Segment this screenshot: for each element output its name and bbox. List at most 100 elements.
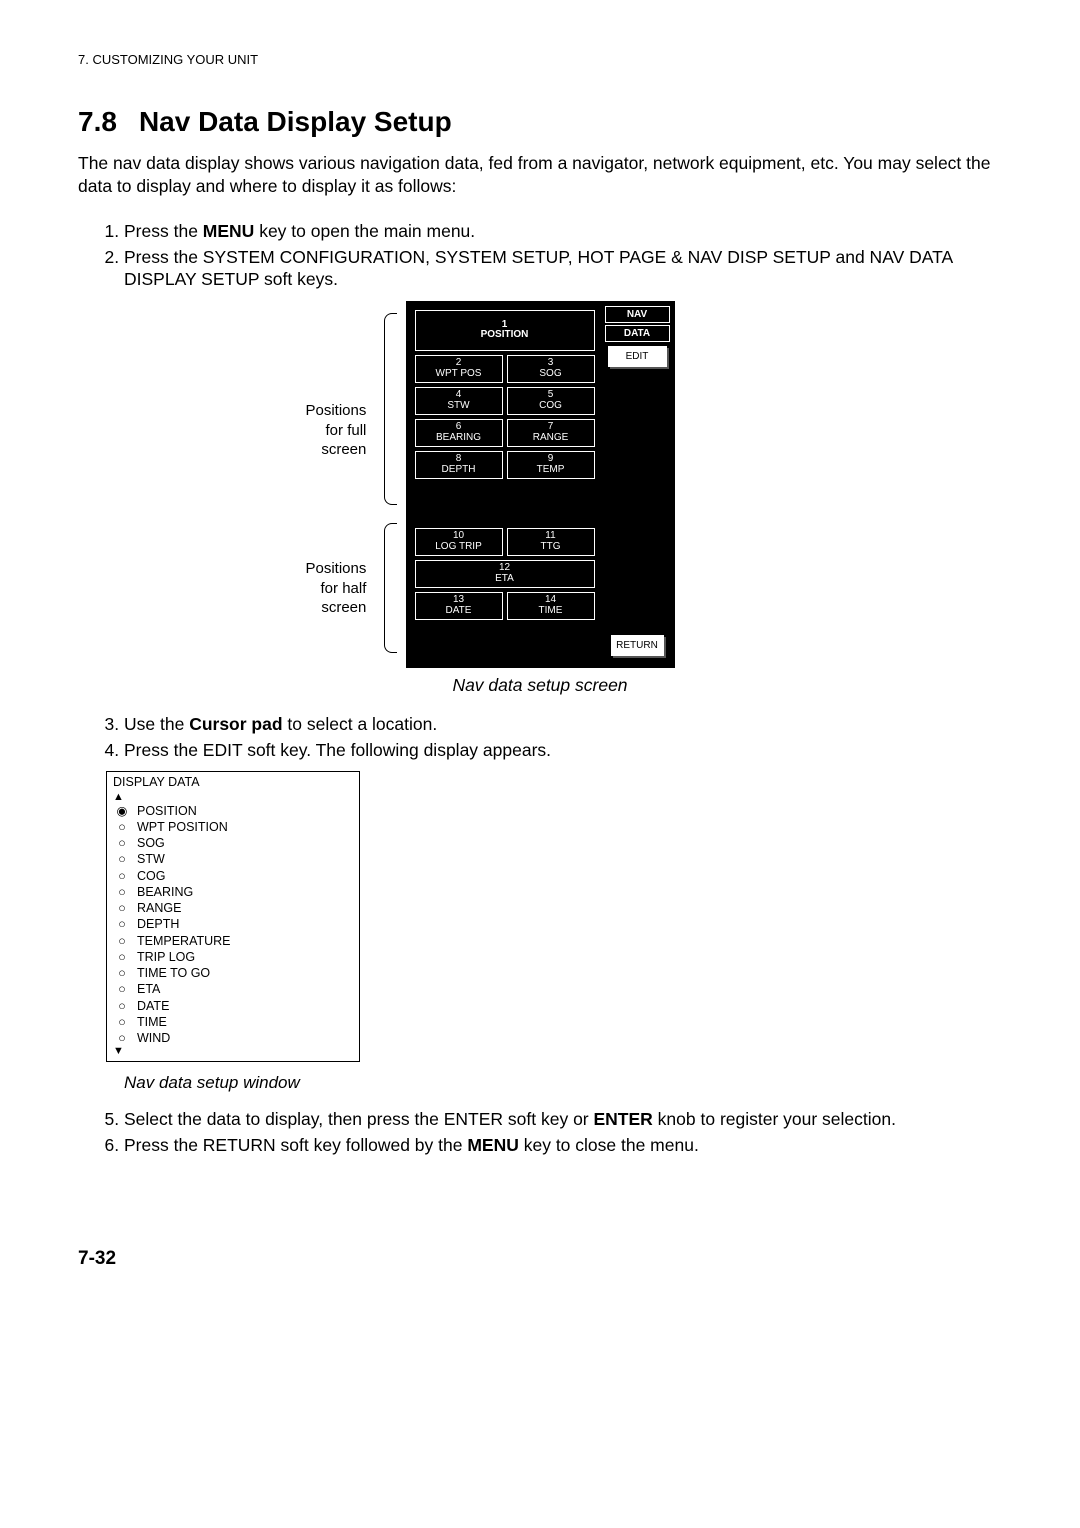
cell-13[interactable]: 13DATE: [415, 592, 503, 620]
softkey-nav[interactable]: NAV: [605, 306, 670, 323]
step-3-bold: Cursor pad: [189, 714, 282, 734]
list-item-label: DATE: [131, 998, 231, 1014]
label-half-3: screen: [321, 599, 366, 616]
cell-10[interactable]: 10LOG TRIP: [415, 528, 503, 556]
cell-6-label: BEARING: [416, 433, 502, 444]
radio-unselected-icon: ○: [113, 900, 131, 916]
cell-2-label: WPT POS: [416, 369, 502, 380]
cell-5[interactable]: 5COG: [507, 387, 595, 415]
label-half-2: for half: [321, 580, 367, 597]
cell-2[interactable]: 2WPT POS: [415, 355, 503, 383]
cell-2-num: 2: [416, 358, 502, 369]
softkey-edit[interactable]: EDIT: [608, 346, 667, 367]
step-1: Press the MENU key to open the main menu…: [124, 220, 1002, 243]
section-heading: 7.8Nav Data Display Setup: [78, 104, 1002, 140]
cell-1[interactable]: 1POSITION: [415, 310, 595, 351]
scroll-down-icon[interactable]: ▼: [113, 1046, 353, 1057]
steps-list-upper: Press the MENU key to open the main menu…: [78, 220, 1002, 291]
radio-unselected-icon: ○: [113, 998, 131, 1014]
display-data-box: DISPLAY DATA ▲ ◉POSITION○WPT POSITION○SO…: [106, 771, 360, 1062]
label-full-2: for full: [326, 422, 367, 439]
figure-1-caption: Nav data setup screen: [78, 674, 1002, 697]
cell-5-num: 5: [508, 390, 594, 401]
cell-7-label: RANGE: [508, 433, 594, 444]
cell-11[interactable]: 11TTG: [507, 528, 595, 556]
group-gap: [415, 483, 595, 528]
cell-13-label: DATE: [416, 606, 502, 617]
cell-5-label: COG: [508, 401, 594, 412]
cell-3[interactable]: 3SOG: [507, 355, 595, 383]
section-title: Nav Data Display Setup: [139, 106, 452, 137]
list-item[interactable]: ○BEARING: [113, 884, 231, 900]
step-6-text-c: key to close the menu.: [519, 1135, 699, 1155]
cell-1-label: POSITION: [416, 330, 594, 341]
radio-unselected-icon: ○: [113, 981, 131, 997]
list-item[interactable]: ○COG: [113, 868, 231, 884]
page-header: 7. CUSTOMIZING YOUR UNIT: [78, 52, 1002, 69]
list-item-label: WPT POSITION: [131, 819, 231, 835]
display-data-title: DISPLAY DATA: [113, 774, 353, 790]
list-item[interactable]: ○STW: [113, 851, 231, 867]
cell-14[interactable]: 14TIME: [507, 592, 595, 620]
radio-selected-icon: ◉: [113, 803, 131, 819]
list-item[interactable]: ○TIME: [113, 1014, 231, 1030]
cell-10-label: LOG TRIP: [416, 542, 502, 553]
step-1-text-a: Press the: [124, 221, 203, 241]
label-full-3: screen: [321, 441, 366, 458]
step-1-text-c: key to open the main menu.: [254, 221, 475, 241]
list-item-label: TRIP LOG: [131, 949, 231, 965]
page-number: 7-32: [78, 1247, 1002, 1272]
list-item-label: WIND: [131, 1030, 231, 1046]
list-item-label: POSITION: [131, 803, 231, 819]
cell-11-label: TTG: [508, 542, 594, 553]
radio-unselected-icon: ○: [113, 835, 131, 851]
list-item-label: DEPTH: [131, 916, 231, 932]
list-item[interactable]: ○TRIP LOG: [113, 949, 231, 965]
cell-13-num: 13: [416, 595, 502, 606]
scroll-up-icon[interactable]: ▲: [113, 792, 353, 803]
list-item[interactable]: ○WIND: [113, 1030, 231, 1046]
cell-12-num: 12: [416, 563, 594, 574]
label-full-screen: Positions for full screen: [306, 401, 367, 460]
list-item-label: STW: [131, 851, 231, 867]
figure-2-caption: Nav data setup window: [124, 1072, 1002, 1094]
cell-14-label: TIME: [508, 606, 594, 617]
step-6-bold: MENU: [467, 1135, 519, 1155]
cell-12[interactable]: 12ETA: [415, 560, 595, 588]
cell-12-label: ETA: [416, 574, 594, 585]
list-item[interactable]: ○TEMPERATURE: [113, 933, 231, 949]
cell-9[interactable]: 9TEMP: [507, 451, 595, 479]
list-item-label: TIME TO GO: [131, 965, 231, 981]
list-item[interactable]: ◉POSITION: [113, 803, 231, 819]
list-item[interactable]: ○TIME TO GO: [113, 965, 231, 981]
steps-list-lower: Select the data to display, then press t…: [78, 1108, 1002, 1157]
list-item[interactable]: ○ETA: [113, 981, 231, 997]
list-item[interactable]: ○SOG: [113, 835, 231, 851]
steps-list-middle: Use the Cursor pad to select a location.…: [78, 713, 1002, 762]
list-item[interactable]: ○WPT POSITION: [113, 819, 231, 835]
step-5-bold: ENTER: [594, 1109, 653, 1129]
figure-1-wrapper: Positions for full screen Positions for …: [78, 301, 1002, 697]
step-5-text-c: knob to register your selection.: [653, 1109, 896, 1129]
list-item[interactable]: ○RANGE: [113, 900, 231, 916]
display-data-list[interactable]: ◉POSITION○WPT POSITION○SOG○STW○COG○BEARI…: [113, 803, 231, 1047]
cell-8-label: DEPTH: [416, 465, 502, 476]
cell-6[interactable]: 6BEARING: [415, 419, 503, 447]
step-3-text-c: to select a location.: [283, 714, 438, 734]
radio-unselected-icon: ○: [113, 1030, 131, 1046]
cell-4[interactable]: 4STW: [415, 387, 503, 415]
cell-4-label: STW: [416, 401, 502, 412]
cell-6-num: 6: [416, 422, 502, 433]
cell-9-label: TEMP: [508, 465, 594, 476]
cell-8-num: 8: [416, 454, 502, 465]
softkey-return[interactable]: RETURN: [611, 635, 664, 656]
step-3-text-a: Use the: [124, 714, 189, 734]
cell-7[interactable]: 7RANGE: [507, 419, 595, 447]
cell-3-label: SOG: [508, 369, 594, 380]
list-item-label: SOG: [131, 835, 231, 851]
list-item-label: RANGE: [131, 900, 231, 916]
list-item[interactable]: ○DATE: [113, 998, 231, 1014]
softkey-data[interactable]: DATA: [605, 325, 670, 342]
cell-8[interactable]: 8DEPTH: [415, 451, 503, 479]
list-item[interactable]: ○DEPTH: [113, 916, 231, 932]
